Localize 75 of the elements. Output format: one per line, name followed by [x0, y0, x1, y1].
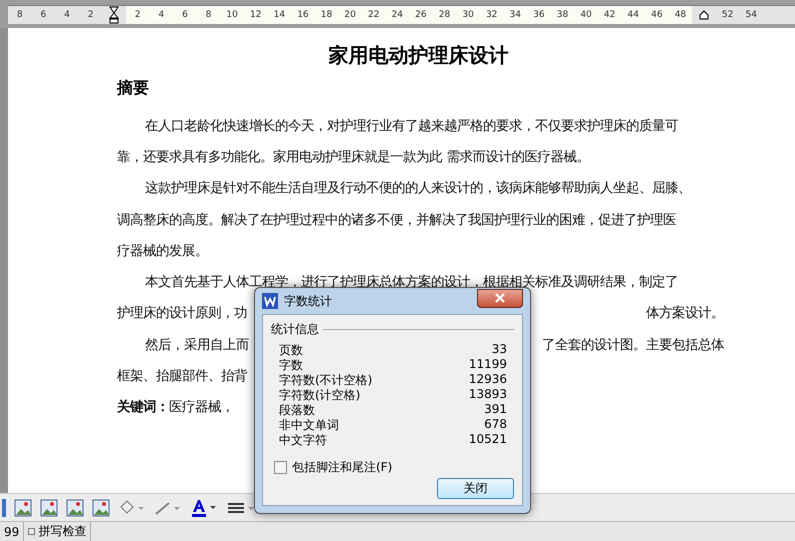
- image-icon[interactable]: [14, 498, 32, 516]
- ruler-number: 54: [744, 8, 758, 22]
- ruler-number: 2: [86, 8, 94, 22]
- indent-marker-icon[interactable]: [109, 6, 120, 24]
- ruler-number: 4: [150, 6, 174, 24]
- ruler-number: 30: [456, 6, 480, 24]
- indent-marker-icon[interactable]: [699, 10, 710, 20]
- ruler-number: 8: [196, 6, 220, 24]
- ruler-number: 14: [268, 6, 292, 24]
- checkbox[interactable]: [274, 461, 287, 474]
- ruler-number: 4: [63, 8, 71, 22]
- close-button[interactable]: [477, 288, 523, 308]
- paragraph-text: 然后，采用自上而: [144, 336, 249, 354]
- spell-check-toggle[interactable]: 拼写检查: [24, 522, 92, 541]
- ruler-number: 8: [16, 8, 24, 22]
- checkbox-label: 包括脚注和尾注(F): [292, 459, 392, 476]
- ruler-number: 24: [386, 6, 410, 24]
- paragraph-text: 护理床的设计原则，功: [117, 304, 247, 322]
- paragraph-text: 了全套的设计图。主要包括总体: [542, 336, 724, 354]
- ruler-number: 44: [621, 6, 646, 24]
- stat-value: 391: [484, 402, 507, 417]
- ruler-number: 6: [40, 8, 48, 22]
- stat-value: 678: [484, 417, 507, 432]
- section-heading: 摘要: [117, 78, 150, 99]
- fill-color-icon[interactable]: [118, 498, 146, 516]
- group-label: 统计信息: [271, 321, 319, 338]
- page-count: 99: [0, 522, 24, 541]
- ruler-number: 36: [527, 6, 551, 24]
- stat-value: 10521: [468, 432, 507, 447]
- stat-label: 段落数: [279, 402, 315, 417]
- ruler-number: 2: [126, 6, 150, 24]
- paragraph-text: 体方案设计。: [646, 304, 724, 322]
- paragraph-text: 调高整床的高度。解决了在护理过程中的诸多不便，并解决了我国护理行业的困难，促进了护理医: [117, 212, 676, 229]
- stat-value: 13893: [468, 387, 507, 402]
- stat-label: 字符数(计空格): [279, 387, 360, 402]
- ruler-number: 12: [244, 6, 268, 24]
- ruler-number: 20: [338, 6, 362, 24]
- ruler-number: 6: [173, 6, 197, 24]
- ruler-number: 32: [480, 6, 504, 24]
- stat-label: 页数: [279, 342, 303, 357]
- ruler-number: 42: [598, 6, 622, 24]
- stat-label: 字数: [279, 357, 303, 372]
- ruler-number: 18: [314, 6, 338, 24]
- paragraph-text: 在人口老龄化快速增长的今天，对护理行业有了越来越严格的要求，不仅要求护理床的质量可: [144, 118, 678, 135]
- toolbar-edge-icon: [2, 498, 6, 516]
- stat-value: 33: [492, 342, 507, 357]
- font-color-icon[interactable]: [190, 498, 218, 518]
- close-icon: [495, 293, 505, 303]
- paragraph-text: 这款护理床是针对不能生活自理及行动不便的的人来设计的，该病床能够帮助病人坐起、屈膝、: [144, 180, 691, 198]
- stat-label: 中文字符: [279, 432, 327, 447]
- dialog-title: 字数统计: [284, 292, 333, 310]
- ruler-number: 16: [291, 6, 315, 24]
- app-logo-icon: [262, 293, 278, 309]
- picture-icon[interactable]: [40, 498, 58, 516]
- stat-label: 非中文单词: [279, 417, 339, 432]
- ruler-number: 10: [220, 6, 244, 24]
- ruler-number: 40: [574, 6, 598, 24]
- checkbox-icon: [28, 528, 36, 535]
- stat-label: 字符数(不计空格): [279, 372, 372, 387]
- ruler-number: 28: [432, 6, 456, 24]
- close-dialog-button[interactable]: 关闭: [437, 478, 514, 499]
- ruler-number: 22: [362, 6, 386, 24]
- ruler-number: 34: [503, 6, 528, 24]
- ruler-number: 46: [645, 6, 669, 24]
- ruler-number: 52: [720, 8, 734, 22]
- paragraph-text: 框架、抬腿部件、抬背: [117, 368, 247, 386]
- paragraph-text: 疗器械的发展。: [117, 242, 208, 260]
- paragraph-text: 靠，还要求具有多功能化。家用电动护理床就是一款为此 需求而设计的医疗器械。: [117, 148, 590, 166]
- document-title: 家用电动护理床设计: [328, 42, 510, 69]
- paragraph-text: 关键词：医疗器械，: [117, 398, 234, 416]
- ruler-number: 38: [550, 6, 574, 24]
- stat-value: 12936: [468, 372, 507, 387]
- stat-value: 11199: [468, 357, 507, 372]
- ruler-number: 48: [668, 6, 692, 24]
- ruler-number: 26: [409, 6, 433, 24]
